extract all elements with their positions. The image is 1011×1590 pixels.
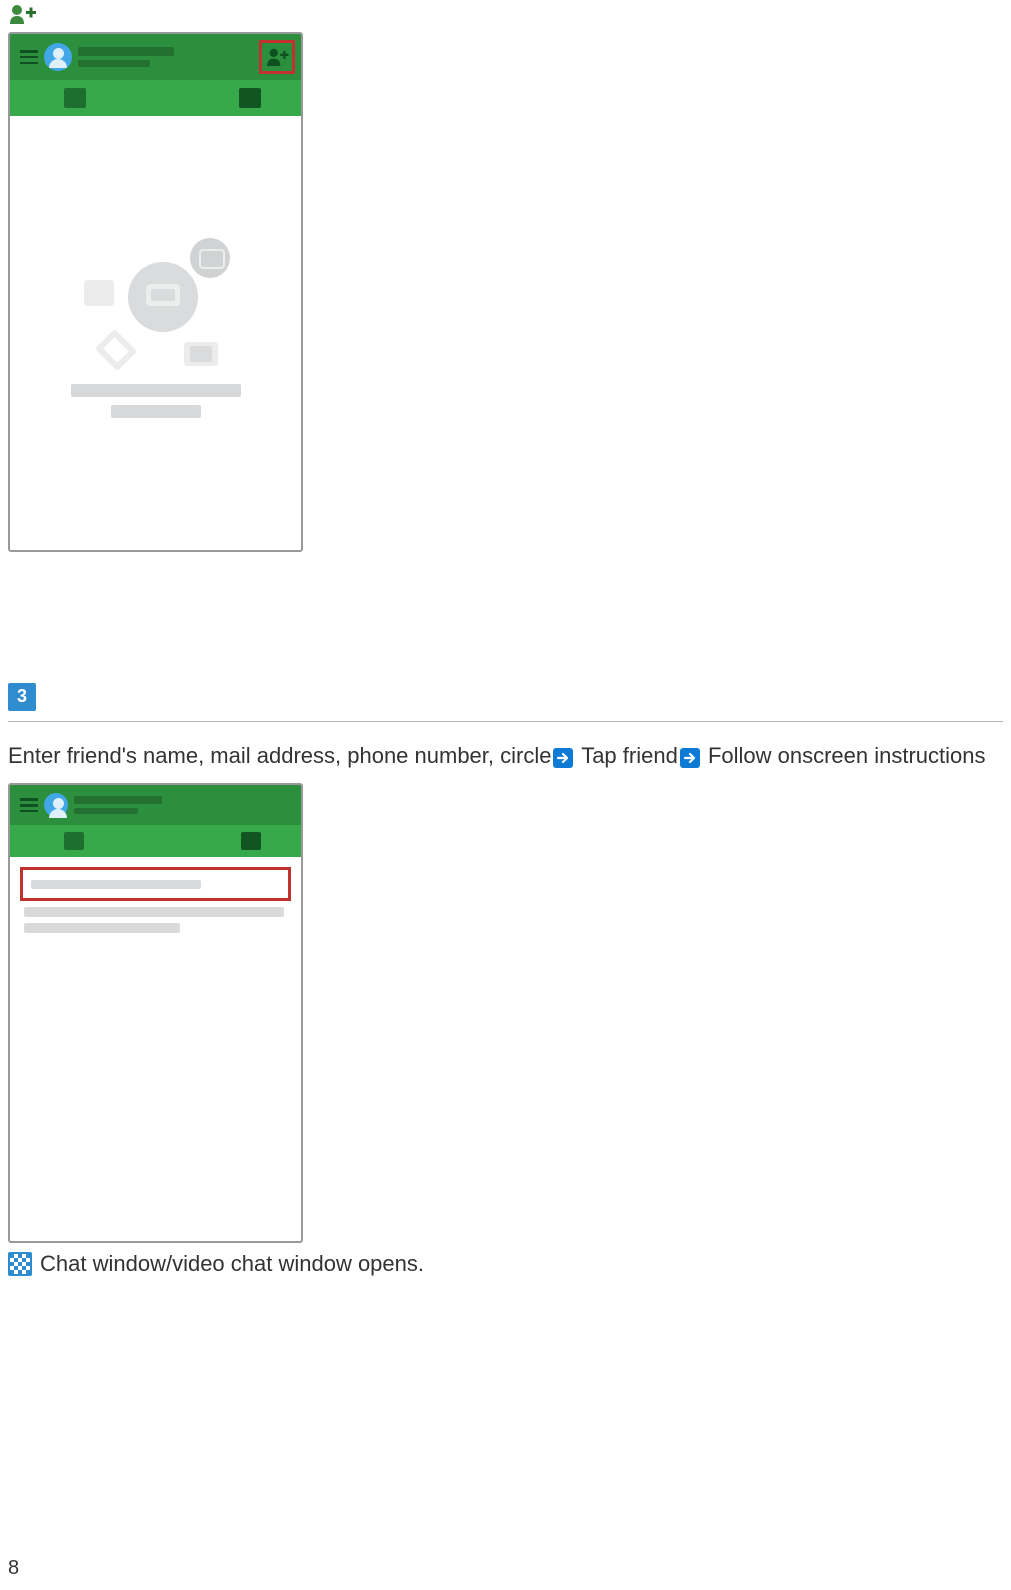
step-number-badge: 3 xyxy=(8,683,36,711)
hangouts-illustration xyxy=(66,244,246,364)
finish-flag-icon xyxy=(8,1252,32,1276)
tab-bar xyxy=(10,80,301,116)
step-instruction: Enter friend's name, mail address, phone… xyxy=(8,740,1003,772)
tab-bar xyxy=(10,825,301,857)
empty-hangouts-state xyxy=(10,116,301,550)
add-contact-highlight xyxy=(259,40,295,74)
menu-icon[interactable] xyxy=(20,50,38,64)
step-divider xyxy=(8,721,1003,722)
page-number: 8 xyxy=(8,1557,19,1580)
app-screenshot-empty-state xyxy=(8,32,303,552)
tab-messages-icon[interactable] xyxy=(64,832,84,850)
search-input[interactable] xyxy=(31,880,201,889)
tab-contacts-icon[interactable] xyxy=(239,88,261,108)
add-friend-icon xyxy=(8,2,36,26)
instruction-text-3: Follow onscreen instructions xyxy=(708,743,986,768)
arrow-next-icon xyxy=(680,748,700,768)
avatar-icon xyxy=(44,793,68,817)
contact-name-placeholder xyxy=(78,47,174,56)
contact-status-placeholder xyxy=(78,60,150,67)
contact-name-placeholder xyxy=(74,796,162,804)
instruction-text-2: Tap friend xyxy=(581,743,678,768)
contact-status-placeholder xyxy=(74,808,138,814)
app-header xyxy=(10,785,301,825)
search-input-highlight xyxy=(20,867,291,901)
app-header xyxy=(10,34,301,80)
empty-state-text-line2 xyxy=(111,405,201,418)
tab-contacts-icon[interactable] xyxy=(241,832,261,850)
tab-messages-icon[interactable] xyxy=(64,88,86,108)
no-contacts-hint xyxy=(24,907,287,933)
arrow-next-icon xyxy=(553,748,573,768)
app-screenshot-search xyxy=(8,783,303,1243)
empty-state-text-line1 xyxy=(71,384,241,397)
instruction-text-1: Enter friend's name, mail address, phone… xyxy=(8,743,551,768)
menu-icon[interactable] xyxy=(20,798,38,812)
avatar-icon xyxy=(44,43,72,71)
add-contact-icon[interactable] xyxy=(262,51,292,76)
result-text: Chat window/video chat window opens. xyxy=(40,1251,424,1277)
